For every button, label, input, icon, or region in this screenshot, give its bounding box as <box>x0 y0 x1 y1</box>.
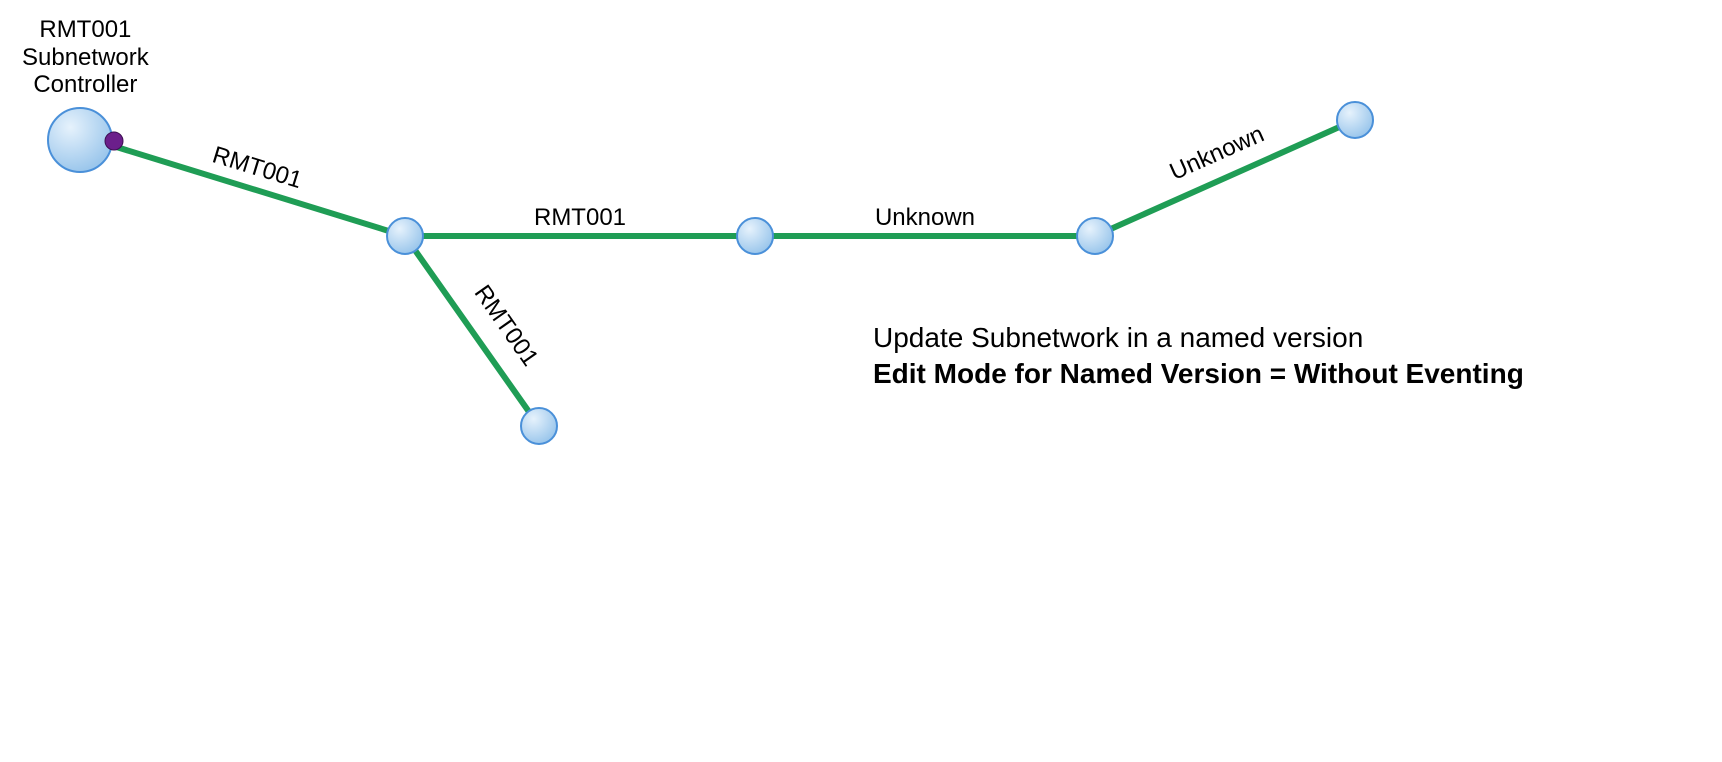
node-controller <box>48 108 112 172</box>
description-line-2: Edit Mode for Named Version = Without Ev… <box>873 358 1524 390</box>
edge-label-1: RMT001 <box>209 141 305 194</box>
node-n6 <box>1337 102 1373 138</box>
node-n2 <box>387 218 423 254</box>
node-n3 <box>521 408 557 444</box>
description-block: Update Subnetwork in a named version Edi… <box>873 322 1524 390</box>
edge-label-5: Unknown <box>1166 120 1268 185</box>
edge-label-3: RMT001 <box>469 280 544 371</box>
controller-label: RMT001 Subnetwork Controller <box>22 16 149 99</box>
edge-label-4: Unknown <box>875 204 975 231</box>
controller-port <box>105 132 123 150</box>
node-n4 <box>737 218 773 254</box>
edge-label-2: RMT001 <box>534 204 626 231</box>
node-n5 <box>1077 218 1113 254</box>
description-line-1: Update Subnetwork in a named version <box>873 322 1524 354</box>
